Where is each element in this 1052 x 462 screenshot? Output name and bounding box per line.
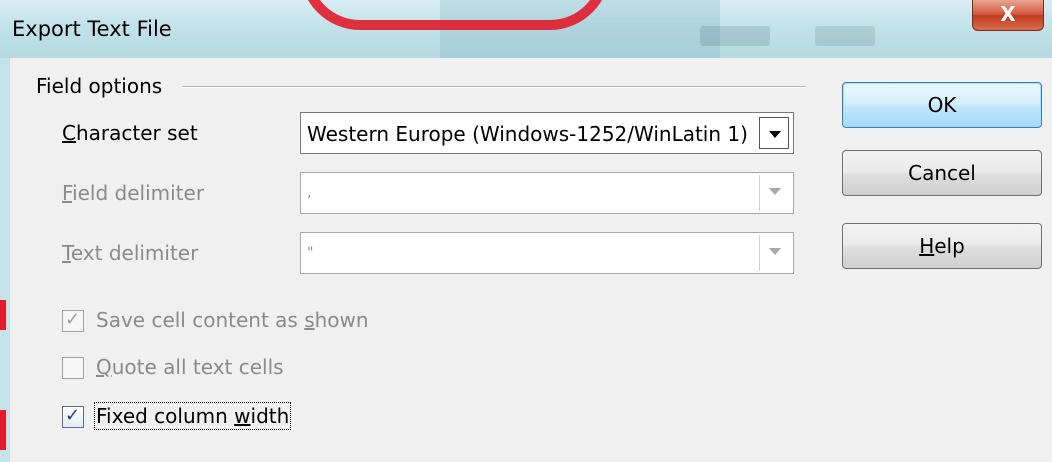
fixed-column-width-checkbox[interactable]: ✓ (62, 405, 84, 428)
red-annotation-mark (0, 410, 6, 450)
quote-all-text-label: Quote all text cells (96, 355, 284, 379)
chevron-down-icon (769, 131, 781, 138)
background-window-blur (815, 26, 875, 46)
window-frame-left (0, 58, 10, 462)
text-delimiter-value: " (307, 245, 314, 261)
help-button[interactable]: Help (842, 223, 1042, 269)
character-set-dropdown[interactable]: Western Europe (Windows-1252/WinLatin 1) (300, 112, 794, 154)
quote-all-text-checkbox[interactable] (62, 357, 84, 379)
fixed-column-width-label: Fixed column width (93, 402, 292, 430)
close-icon: X (1000, 2, 1016, 26)
cancel-button[interactable]: Cancel (842, 150, 1042, 196)
save-cell-content-checkbox[interactable]: ✓ (62, 309, 84, 332)
chevron-down-icon (769, 248, 781, 255)
checkmark-icon: ✓ (65, 309, 81, 330)
field-delimiter-label: Field delimiter (62, 181, 205, 205)
ok-button[interactable]: OK (842, 82, 1042, 128)
field-options-heading: Field options (36, 74, 163, 98)
text-delimiter-dropdown[interactable]: " (300, 232, 794, 274)
red-annotation-arc (300, 0, 610, 30)
title-bar[interactable]: Export Text File X (0, 0, 1052, 59)
chevron-down-icon (769, 188, 781, 195)
text-delimiter-label: Text delimiter (62, 241, 199, 265)
close-button[interactable]: X (972, 0, 1044, 31)
group-divider (182, 86, 806, 88)
field-delimiter-dropdown[interactable]: , (300, 172, 794, 214)
dropdown-button[interactable] (759, 175, 789, 211)
dropdown-button[interactable] (759, 117, 789, 149)
field-delimiter-value: , (307, 185, 312, 201)
background-window-blur (700, 26, 770, 46)
window-title: Export Text File (12, 17, 172, 41)
character-set-value: Western Europe (Windows-1252/WinLatin 1) (307, 122, 748, 146)
save-cell-content-label: Save cell content as shown (96, 308, 369, 332)
checkmark-icon: ✓ (65, 405, 81, 426)
red-annotation-mark (0, 300, 6, 330)
dropdown-button[interactable] (759, 235, 789, 271)
character-set-label: Character set (62, 121, 198, 145)
